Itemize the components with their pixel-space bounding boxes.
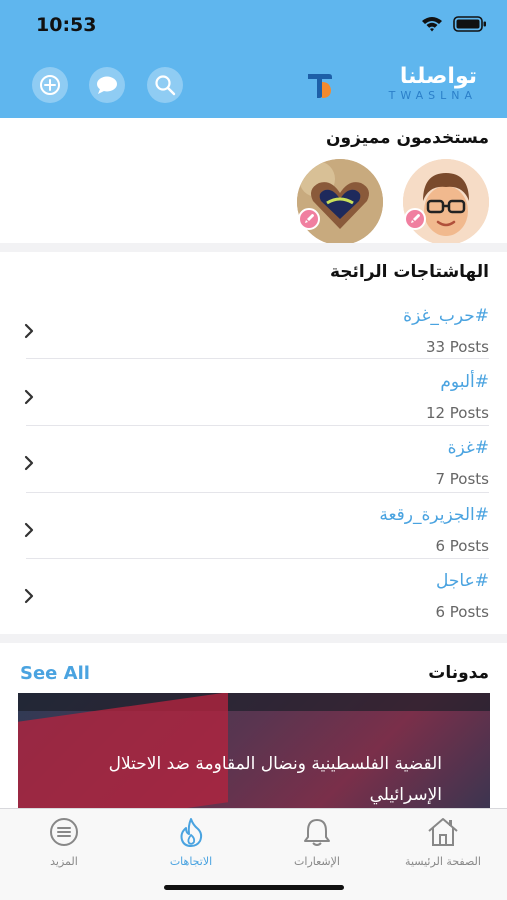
blog-image-overlay (18, 693, 490, 711)
hashtag-label: #الجزيرة_رقعة (379, 505, 489, 525)
brand-logo: تواصلنا TWASLNA (388, 64, 477, 102)
chevron-left-icon (22, 521, 36, 543)
add-icon (39, 74, 61, 96)
tab-notifications-label: الإشعارات (294, 855, 340, 868)
chevron-left-icon (22, 322, 36, 344)
brand-mark-icon (305, 70, 335, 104)
flame-icon (176, 817, 206, 851)
hashtag-row[interactable]: #عاجل 6 Posts (0, 567, 507, 633)
hashtag-label: #غزة (447, 438, 489, 458)
status-time: 10:53 (36, 14, 97, 36)
tab-more-label: المزيد (50, 855, 78, 868)
menu-icon (49, 817, 79, 851)
hashtag-count: 6 Posts (435, 537, 489, 555)
tab-trends[interactable]: الاتجاهات (136, 817, 246, 868)
chevron-left-icon (22, 388, 36, 410)
hashtag-label: #ألبوم (440, 372, 489, 392)
add-post-button[interactable] (32, 67, 68, 103)
blog-card[interactable]: القضية الفلسطينية ونضال المقاومة ضد الاح… (18, 693, 490, 813)
blogs-title: مدونات (428, 663, 489, 683)
hashtag-label: #عاجل (436, 571, 489, 591)
status-icons (421, 16, 487, 32)
rocket-icon (409, 210, 421, 229)
tab-home[interactable]: الصفحة الرئيسية (388, 817, 498, 868)
chevron-left-icon (22, 587, 36, 609)
featured-users-title: مستخدمون مميزون (326, 128, 489, 148)
home-indicator (164, 885, 344, 890)
row-divider (26, 358, 489, 359)
avatar[interactable] (403, 159, 489, 245)
avatar-badge (404, 208, 426, 230)
search-button[interactable] (147, 67, 183, 103)
row-divider (26, 558, 489, 559)
app-header: 10:53 تواصلنا TWASLNA (0, 0, 507, 118)
brand-english: TWASLNA (388, 89, 477, 102)
section-divider (0, 243, 507, 252)
brand-text: تواصلنا TWASLNA (388, 64, 477, 102)
chevron-left-icon (22, 454, 36, 476)
hashtag-count: 12 Posts (425, 404, 489, 422)
rocket-icon (303, 210, 315, 229)
search-icon (154, 74, 176, 96)
brand-arabic: تواصلنا (399, 64, 477, 89)
tab-notifications[interactable]: الإشعارات (262, 817, 372, 868)
row-divider (26, 425, 489, 426)
tab-home-label: الصفحة الرئيسية (405, 855, 481, 868)
hashtag-count: 6 Posts (435, 603, 489, 621)
wifi-icon (421, 16, 443, 32)
blog-card-title: القضية الفلسطينية ونضال المقاومة ضد الاح… (108, 754, 442, 805)
home-icon (426, 817, 460, 851)
hashtag-count: 7 Posts (435, 470, 489, 488)
bell-icon (302, 817, 332, 851)
tab-more[interactable]: المزيد (9, 817, 119, 868)
battery-icon (453, 16, 487, 32)
trending-hashtags-title: الهاشتاجات الرائجة (329, 262, 489, 282)
see-all-link[interactable]: See All (20, 663, 90, 684)
chat-icon (95, 74, 119, 96)
row-divider (26, 492, 489, 493)
hashtag-label: #حرب_غزة (403, 306, 489, 326)
messages-button[interactable] (89, 67, 125, 103)
avatar[interactable] (297, 159, 383, 245)
tab-trends-label: الاتجاهات (169, 855, 213, 868)
avatar-badge (298, 208, 320, 230)
hashtag-count: 33 Posts (425, 338, 489, 356)
section-divider (0, 634, 507, 643)
hashtag-row[interactable]: #غزة 7 Posts (0, 434, 507, 500)
